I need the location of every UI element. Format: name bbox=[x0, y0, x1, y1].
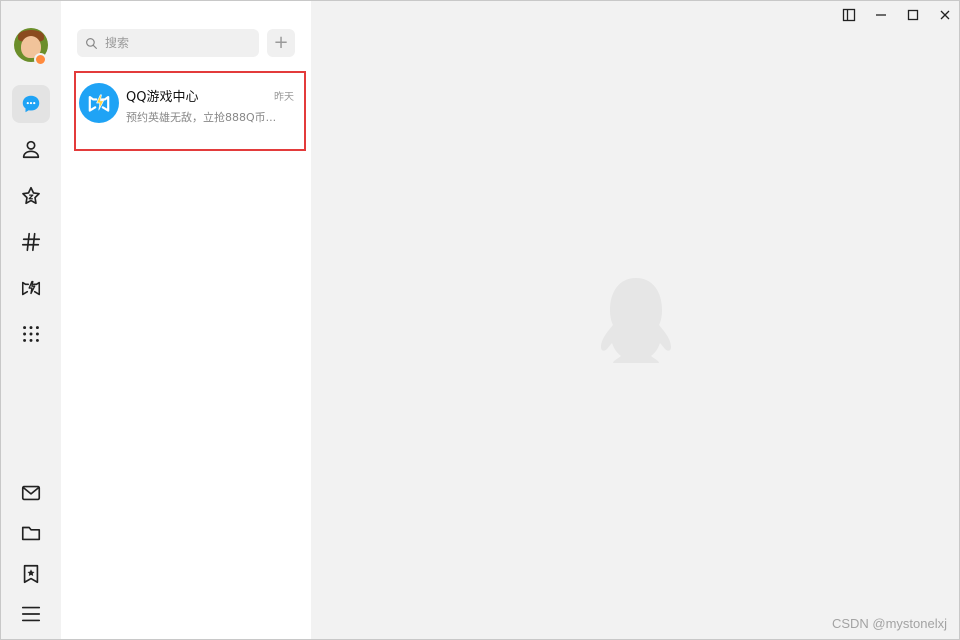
nav-favorites[interactable] bbox=[12, 177, 50, 215]
nav-apps[interactable] bbox=[12, 315, 50, 353]
watermark: CSDN @mystonelxj bbox=[831, 616, 947, 631]
online-status-badge bbox=[34, 53, 47, 66]
search-box[interactable] bbox=[77, 29, 259, 57]
add-button[interactable]: + bbox=[267, 29, 295, 57]
conversation-list-panel: + QQ游戏中心 昨天 预约英雄无敌，立抢888Q币... bbox=[61, 1, 311, 639]
star-icon bbox=[22, 186, 40, 205]
nav-channels[interactable] bbox=[12, 223, 50, 261]
sidebar-toggle-button[interactable] bbox=[837, 7, 861, 23]
apps-grid-icon bbox=[23, 326, 39, 342]
contacts-icon bbox=[22, 140, 40, 159]
maximize-icon bbox=[907, 9, 919, 21]
nav-menu[interactable] bbox=[12, 595, 50, 633]
chat-main-area: CSDN @mystonelxj bbox=[311, 1, 959, 639]
nav-files[interactable] bbox=[12, 514, 50, 552]
qq-penguin-logo bbox=[601, 278, 671, 363]
game-logo-icon bbox=[88, 94, 110, 112]
bookmark-icon bbox=[23, 564, 39, 584]
menu-icon bbox=[21, 606, 41, 622]
chat-preview: 预约英雄无敌，立抢888Q币... bbox=[126, 111, 277, 124]
search-input[interactable] bbox=[103, 35, 257, 51]
hashtag-icon bbox=[21, 232, 41, 252]
sidebar-toggle-icon bbox=[842, 8, 856, 22]
nav-games[interactable] bbox=[12, 269, 50, 307]
chat-name: QQ游戏中心 bbox=[126, 90, 199, 105]
nav-bookmarks[interactable] bbox=[12, 555, 50, 593]
folder-icon bbox=[21, 526, 41, 541]
close-icon bbox=[940, 10, 950, 20]
nav-messages[interactable] bbox=[12, 85, 50, 123]
minimize-button[interactable] bbox=[869, 7, 893, 23]
nav-mail[interactable] bbox=[12, 474, 50, 512]
qq-game-center-avatar bbox=[79, 83, 119, 123]
message-bubble-icon bbox=[22, 95, 40, 113]
close-button[interactable] bbox=[933, 7, 957, 23]
game-icon bbox=[21, 280, 41, 296]
nav-contacts[interactable] bbox=[12, 130, 50, 168]
mail-icon bbox=[21, 485, 41, 501]
nav-rail bbox=[1, 1, 61, 639]
chat-item-qq-game-center[interactable]: QQ游戏中心 昨天 预约英雄无敌，立抢888Q币... bbox=[74, 71, 306, 151]
chat-time: 昨天 bbox=[274, 92, 294, 103]
search-icon bbox=[86, 37, 97, 49]
minimize-icon bbox=[876, 14, 886, 16]
maximize-button[interactable] bbox=[901, 7, 925, 23]
qq-window: + QQ游戏中心 昨天 预约英雄无敌，立抢888Q币... bbox=[0, 0, 960, 640]
